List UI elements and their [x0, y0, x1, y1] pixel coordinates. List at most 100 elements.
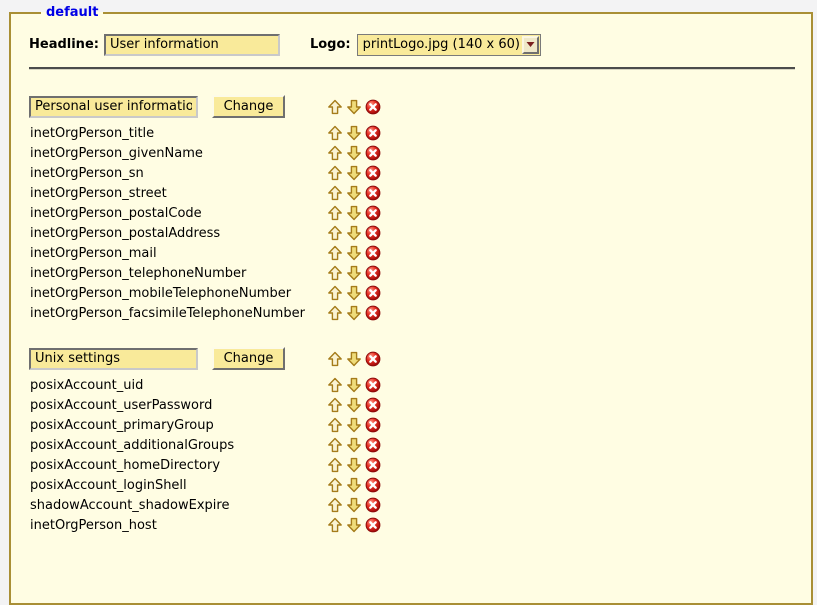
field-label: inetOrgPerson_postalAddress — [29, 226, 220, 241]
move-down-icon[interactable] — [346, 145, 362, 161]
move-up-icon[interactable] — [327, 305, 343, 321]
field-row: posixAccount_uid — [29, 375, 795, 395]
move-up-icon[interactable] — [327, 99, 343, 115]
delete-icon[interactable] — [365, 477, 381, 493]
section-header-row: Change — [29, 94, 795, 119]
move-down-icon[interactable] — [346, 517, 362, 533]
field-row: inetOrgPerson_givenName — [29, 143, 795, 163]
move-up-icon[interactable] — [327, 145, 343, 161]
move-down-icon[interactable] — [346, 265, 362, 281]
delete-icon[interactable] — [365, 185, 381, 201]
move-down-icon[interactable] — [346, 285, 362, 301]
move-up-icon[interactable] — [327, 457, 343, 473]
field-label: posixAccount_primaryGroup — [29, 418, 214, 433]
headline-label: Headline: — [29, 37, 99, 52]
delete-icon[interactable] — [365, 245, 381, 261]
move-up-icon[interactable] — [327, 185, 343, 201]
move-up-icon[interactable] — [327, 417, 343, 433]
logo-label: Logo: — [310, 37, 351, 52]
delete-icon[interactable] — [365, 497, 381, 513]
logo-select-value: printLogo.jpg (140 x 60) — [358, 35, 521, 55]
move-down-icon[interactable] — [346, 305, 362, 321]
delete-icon[interactable] — [365, 145, 381, 161]
field-label: posixAccount_uid — [29, 378, 143, 393]
field-label: inetOrgPerson_facsimileTelephoneNumber — [29, 306, 305, 321]
change-button[interactable]: Change — [212, 347, 285, 370]
field-group: Change posixAccount_uid — [29, 346, 795, 535]
move-up-icon[interactable] — [327, 397, 343, 413]
field-row: inetOrgPerson_street — [29, 183, 795, 203]
move-up-icon[interactable] — [327, 517, 343, 533]
field-row: posixAccount_homeDirectory — [29, 455, 795, 475]
field-row: inetOrgPerson_sn — [29, 163, 795, 183]
field-row: posixAccount_primaryGroup — [29, 415, 795, 435]
field-row: inetOrgPerson_telephoneNumber — [29, 263, 795, 283]
field-label: inetOrgPerson_mail — [29, 246, 157, 261]
field-label: inetOrgPerson_mobileTelephoneNumber — [29, 286, 291, 301]
delete-icon[interactable] — [365, 125, 381, 141]
move-up-icon[interactable] — [327, 377, 343, 393]
move-down-icon[interactable] — [346, 457, 362, 473]
fieldset-legend: default — [41, 5, 103, 20]
field-label: posixAccount_loginShell — [29, 478, 187, 493]
section-title-input[interactable] — [29, 96, 198, 118]
move-down-icon[interactable] — [346, 437, 362, 453]
field-label: inetOrgPerson_sn — [29, 166, 144, 181]
change-button[interactable]: Change — [212, 95, 285, 118]
delete-icon[interactable] — [365, 285, 381, 301]
default-fieldset: default Headline: Logo: printLogo.jpg (1… — [9, 5, 813, 605]
field-row: posixAccount_userPassword — [29, 395, 795, 415]
move-down-icon[interactable] — [346, 245, 362, 261]
delete-icon[interactable] — [365, 99, 381, 115]
move-down-icon[interactable] — [346, 417, 362, 433]
move-down-icon[interactable] — [346, 497, 362, 513]
section-title-input[interactable] — [29, 348, 198, 370]
move-up-icon[interactable] — [327, 437, 343, 453]
delete-icon[interactable] — [365, 517, 381, 533]
field-label: posixAccount_homeDirectory — [29, 458, 220, 473]
field-row: posixAccount_additionalGroups — [29, 435, 795, 455]
move-down-icon[interactable] — [346, 125, 362, 141]
move-up-icon[interactable] — [327, 265, 343, 281]
logo-select[interactable]: printLogo.jpg (140 x 60) — [357, 34, 541, 56]
move-up-icon[interactable] — [327, 245, 343, 261]
move-up-icon[interactable] — [327, 205, 343, 221]
move-up-icon[interactable] — [327, 125, 343, 141]
delete-icon[interactable] — [365, 225, 381, 241]
delete-icon[interactable] — [365, 305, 381, 321]
move-down-icon[interactable] — [346, 225, 362, 241]
field-sections: Change inetOrgPerson_title — [29, 94, 795, 535]
delete-icon[interactable] — [365, 351, 381, 367]
delete-icon[interactable] — [365, 205, 381, 221]
move-down-icon[interactable] — [346, 377, 362, 393]
field-label: inetOrgPerson_host — [29, 518, 157, 533]
move-down-icon[interactable] — [346, 477, 362, 493]
field-row: inetOrgPerson_mail — [29, 243, 795, 263]
field-label: shadowAccount_shadowExpire — [29, 498, 229, 513]
move-up-icon[interactable] — [327, 165, 343, 181]
move-up-icon[interactable] — [327, 477, 343, 493]
move-up-icon[interactable] — [327, 225, 343, 241]
delete-icon[interactable] — [365, 417, 381, 433]
field-row: inetOrgPerson_title — [29, 123, 795, 143]
move-down-icon[interactable] — [346, 185, 362, 201]
move-up-icon[interactable] — [327, 351, 343, 367]
move-down-icon[interactable] — [346, 165, 362, 181]
move-down-icon[interactable] — [346, 205, 362, 221]
field-row: inetOrgPerson_postalCode — [29, 203, 795, 223]
delete-icon[interactable] — [365, 437, 381, 453]
field-label: inetOrgPerson_telephoneNumber — [29, 266, 246, 281]
delete-icon[interactable] — [365, 397, 381, 413]
delete-icon[interactable] — [365, 265, 381, 281]
headline-input[interactable] — [104, 34, 280, 56]
divider — [29, 67, 795, 70]
dropdown-arrow-icon[interactable] — [522, 36, 539, 54]
move-up-icon[interactable] — [327, 285, 343, 301]
move-up-icon[interactable] — [327, 497, 343, 513]
delete-icon[interactable] — [365, 377, 381, 393]
delete-icon[interactable] — [365, 457, 381, 473]
delete-icon[interactable] — [365, 165, 381, 181]
move-down-icon[interactable] — [346, 351, 362, 367]
move-down-icon[interactable] — [346, 99, 362, 115]
move-down-icon[interactable] — [346, 397, 362, 413]
